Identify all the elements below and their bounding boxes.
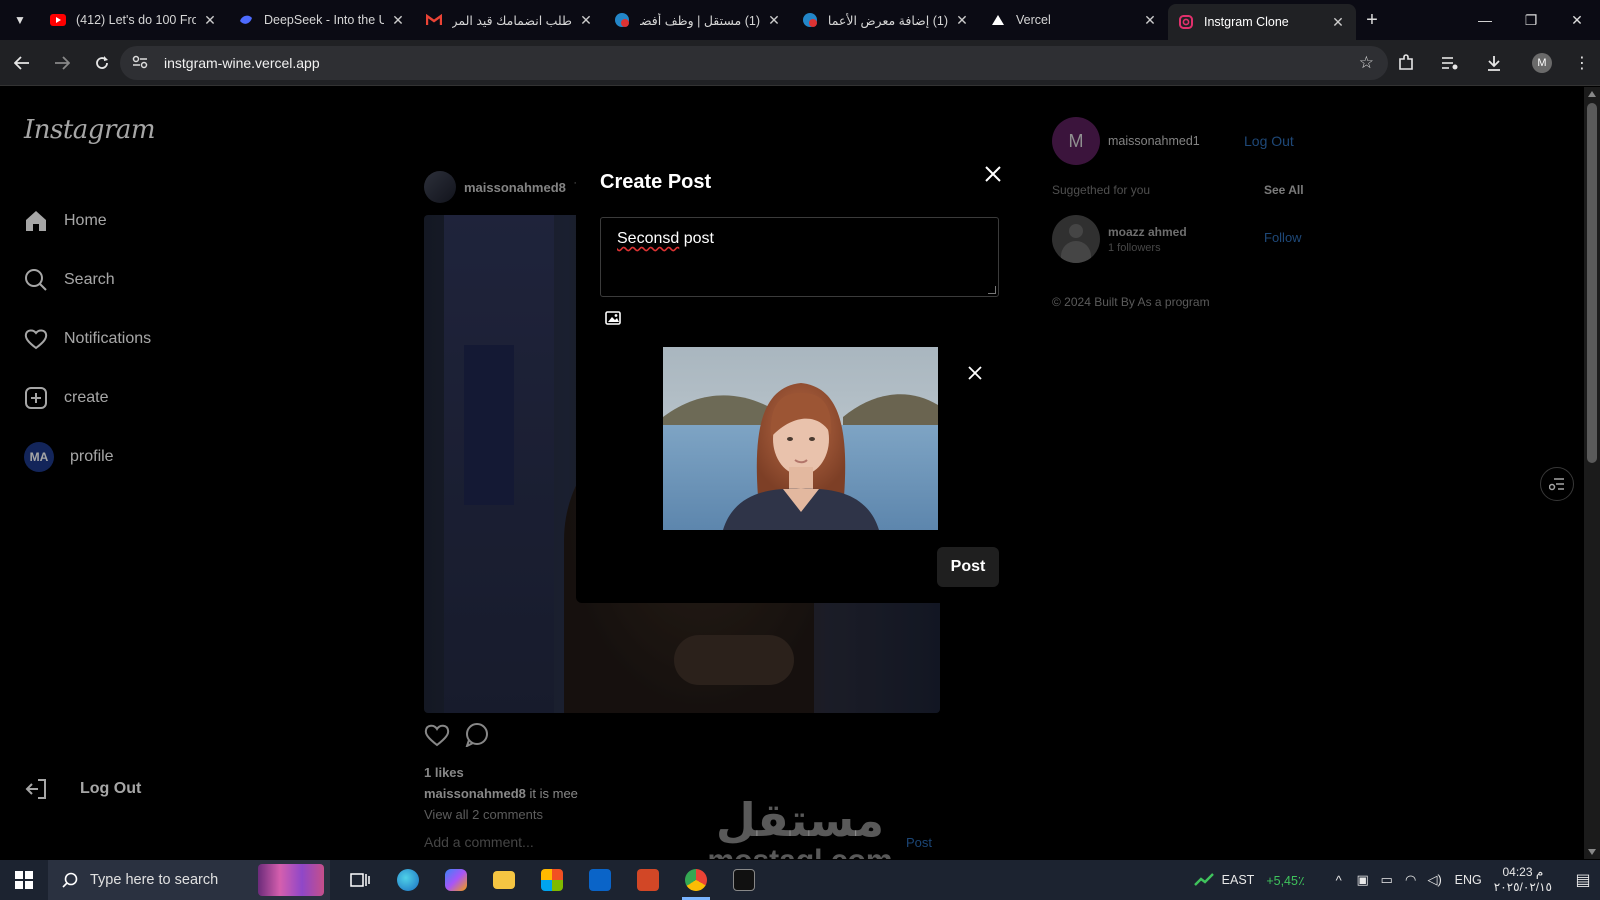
- window-close-icon[interactable]: ✕: [1554, 0, 1600, 40]
- post-text-rest: post: [679, 230, 714, 247]
- chrome-icon[interactable]: [672, 860, 720, 900]
- create-post-modal: Create Post Seconsd post Post: [576, 151, 1006, 603]
- browser-tab-gmail[interactable]: طلب انضمامك قيد المراجعة ✕: [416, 0, 604, 40]
- minimize-icon[interactable]: —: [1462, 0, 1508, 40]
- meet-now-icon[interactable]: ▣: [1351, 872, 1375, 888]
- tab-title: (412) Let's do 100 From: [76, 13, 196, 27]
- resize-handle-icon[interactable]: [988, 286, 996, 294]
- outlook-icon[interactable]: [576, 860, 624, 900]
- bookmark-star-icon[interactable]: ☆: [1359, 53, 1374, 73]
- mostaql-icon: [802, 12, 818, 28]
- profile-avatar[interactable]: M: [1520, 45, 1556, 81]
- back-arrow-icon[interactable]: [4, 45, 40, 81]
- scroll-up-arrow-icon[interactable]: [1588, 91, 1596, 97]
- edge-icon[interactable]: [384, 860, 432, 900]
- taskbar-search-placeholder: Type here to search: [90, 872, 219, 888]
- clock-date: ٢٠٢٥/٠٢/١٥: [1493, 880, 1552, 894]
- media-control-icon[interactable]: [1432, 45, 1468, 81]
- system-tray: EAST +5,45٪ ^ ▣ ▭ ◠ ◁) ENG 04:23 م ٢٠٢٥/…: [1193, 860, 1600, 900]
- windows-taskbar: Type here to search EAST +5,45٪ ^ ▣ ▭ ◠ …: [0, 860, 1600, 900]
- address-bar[interactable]: instgram-wine.vercel.app ☆: [120, 46, 1388, 80]
- window-controls: — ❐ ✕: [1462, 0, 1600, 40]
- tab-title: (1) مستقل | وظف أفضل: [640, 13, 760, 28]
- task-view-icon[interactable]: [336, 860, 384, 900]
- gmail-icon: [426, 12, 442, 28]
- volume-icon[interactable]: ◁): [1423, 872, 1447, 888]
- browser-tab-deepseek[interactable]: DeepSeek - Into the Unknown ✕: [228, 0, 416, 40]
- tab-title: Instgram Clone: [1204, 15, 1289, 29]
- selected-image-preview: [663, 347, 938, 530]
- file-explorer-icon[interactable]: [480, 860, 528, 900]
- microsoft-store-icon[interactable]: [528, 860, 576, 900]
- scroll-down-arrow-icon[interactable]: [1588, 849, 1596, 855]
- site-settings-icon[interactable]: [132, 55, 150, 72]
- image-upload-icon[interactable]: [605, 311, 621, 325]
- clock-time: 04:23 م: [1502, 865, 1544, 879]
- tab-close-icon[interactable]: ✕: [202, 12, 218, 29]
- extensions-puzzle-icon[interactable]: [1388, 45, 1424, 81]
- notifications-icon[interactable]: ▤: [1566, 870, 1600, 890]
- language-indicator[interactable]: ENG: [1455, 873, 1482, 887]
- watermark-latin: mostaql.com: [700, 845, 900, 860]
- taskbar-apps: [336, 860, 768, 900]
- tab-close-icon[interactable]: ✕: [578, 12, 594, 29]
- post-text-misspelled-word: Seconsd: [617, 230, 680, 247]
- tab-close-icon[interactable]: ✕: [1142, 12, 1158, 29]
- stock-name: EAST: [1221, 873, 1255, 887]
- browser-tab-youtube[interactable]: (412) Let's do 100 From ✕: [40, 0, 228, 40]
- chevron-up-icon[interactable]: ^: [1327, 873, 1351, 888]
- close-icon[interactable]: [984, 165, 1002, 183]
- forward-arrow-icon[interactable]: [44, 45, 80, 81]
- tab-close-icon[interactable]: ✕: [390, 12, 406, 29]
- mostaql-watermark: مستقل mostaql.com: [700, 795, 900, 859]
- youtube-icon: [50, 12, 66, 28]
- powerpoint-icon[interactable]: [624, 860, 672, 900]
- windows-start-icon[interactable]: [0, 860, 48, 900]
- tab-title: طلب انضمامك قيد المراجعة: [452, 13, 572, 28]
- watermark-arabic: مستقل: [715, 794, 885, 846]
- browser-menu-kebab-icon[interactable]: ⋮: [1564, 45, 1600, 81]
- remove-image-close-icon[interactable]: [967, 365, 983, 381]
- copilot-icon[interactable]: [432, 860, 480, 900]
- tab-close-icon[interactable]: ✕: [1330, 14, 1346, 31]
- tab-title: Vercel: [1016, 13, 1051, 27]
- tab-title: (1) إضافة معرض الأعمال: [828, 13, 948, 28]
- page-scrollbar[interactable]: [1584, 87, 1600, 859]
- clock[interactable]: 04:23 م ٢٠٢٥/٠٢/١٥: [1494, 865, 1552, 895]
- instagram-icon: [1178, 14, 1194, 30]
- search-icon: [62, 872, 78, 888]
- terminal-icon[interactable]: [720, 860, 768, 900]
- browser-tab-vercel[interactable]: Vercel ✕: [980, 0, 1168, 40]
- wifi-icon[interactable]: ◠: [1399, 872, 1423, 888]
- tab-close-icon[interactable]: ✕: [954, 12, 970, 29]
- browser-tab-bar: ▼ (412) Let's do 100 From ✕ DeepSeek - I…: [0, 0, 1600, 40]
- deepseek-icon: [238, 12, 254, 28]
- post-text-input[interactable]: Seconsd post: [600, 217, 999, 297]
- battery-icon[interactable]: ▭: [1375, 872, 1399, 888]
- browser-tab-mostaql-1[interactable]: (1) مستقل | وظف أفضل ✕: [604, 0, 792, 40]
- submit-post-button[interactable]: Post: [937, 547, 999, 587]
- download-icon[interactable]: [1476, 45, 1512, 81]
- restore-icon[interactable]: ❐: [1508, 0, 1554, 40]
- tab-close-icon[interactable]: ✕: [766, 12, 782, 29]
- stock-widget[interactable]: EAST +5,45٪: [1193, 873, 1305, 888]
- tab-search-chevron-icon[interactable]: ▼: [0, 0, 40, 40]
- browser-toolbar: instgram-wine.vercel.app ☆ M ⋮: [0, 40, 1600, 86]
- browser-extensions-area: M ⋮: [1380, 45, 1600, 81]
- url-text: instgram-wine.vercel.app: [164, 55, 320, 71]
- tab-title: DeepSeek - Into the Unknown: [264, 13, 384, 27]
- taskbar-search-box[interactable]: Type here to search: [48, 860, 330, 900]
- stock-change: +5,45٪: [1266, 873, 1305, 888]
- modal-title: Create Post: [600, 171, 712, 193]
- scrollbar-thumb[interactable]: [1587, 103, 1597, 463]
- browser-tab-mostaql-2[interactable]: (1) إضافة معرض الأعمال ✕: [792, 0, 980, 40]
- browser-tab-instagram-clone[interactable]: Instgram Clone ✕: [1168, 4, 1356, 40]
- stock-trend-up-icon: [1193, 873, 1214, 886]
- vercel-icon: [990, 12, 1006, 28]
- instagram-page: Instagram Home Search Notifications crea…: [0, 87, 1584, 859]
- reload-icon[interactable]: [84, 45, 120, 81]
- mostaql-icon: [614, 12, 630, 28]
- new-tab-plus-icon[interactable]: +: [1356, 9, 1388, 32]
- search-highlight-image[interactable]: [258, 864, 324, 896]
